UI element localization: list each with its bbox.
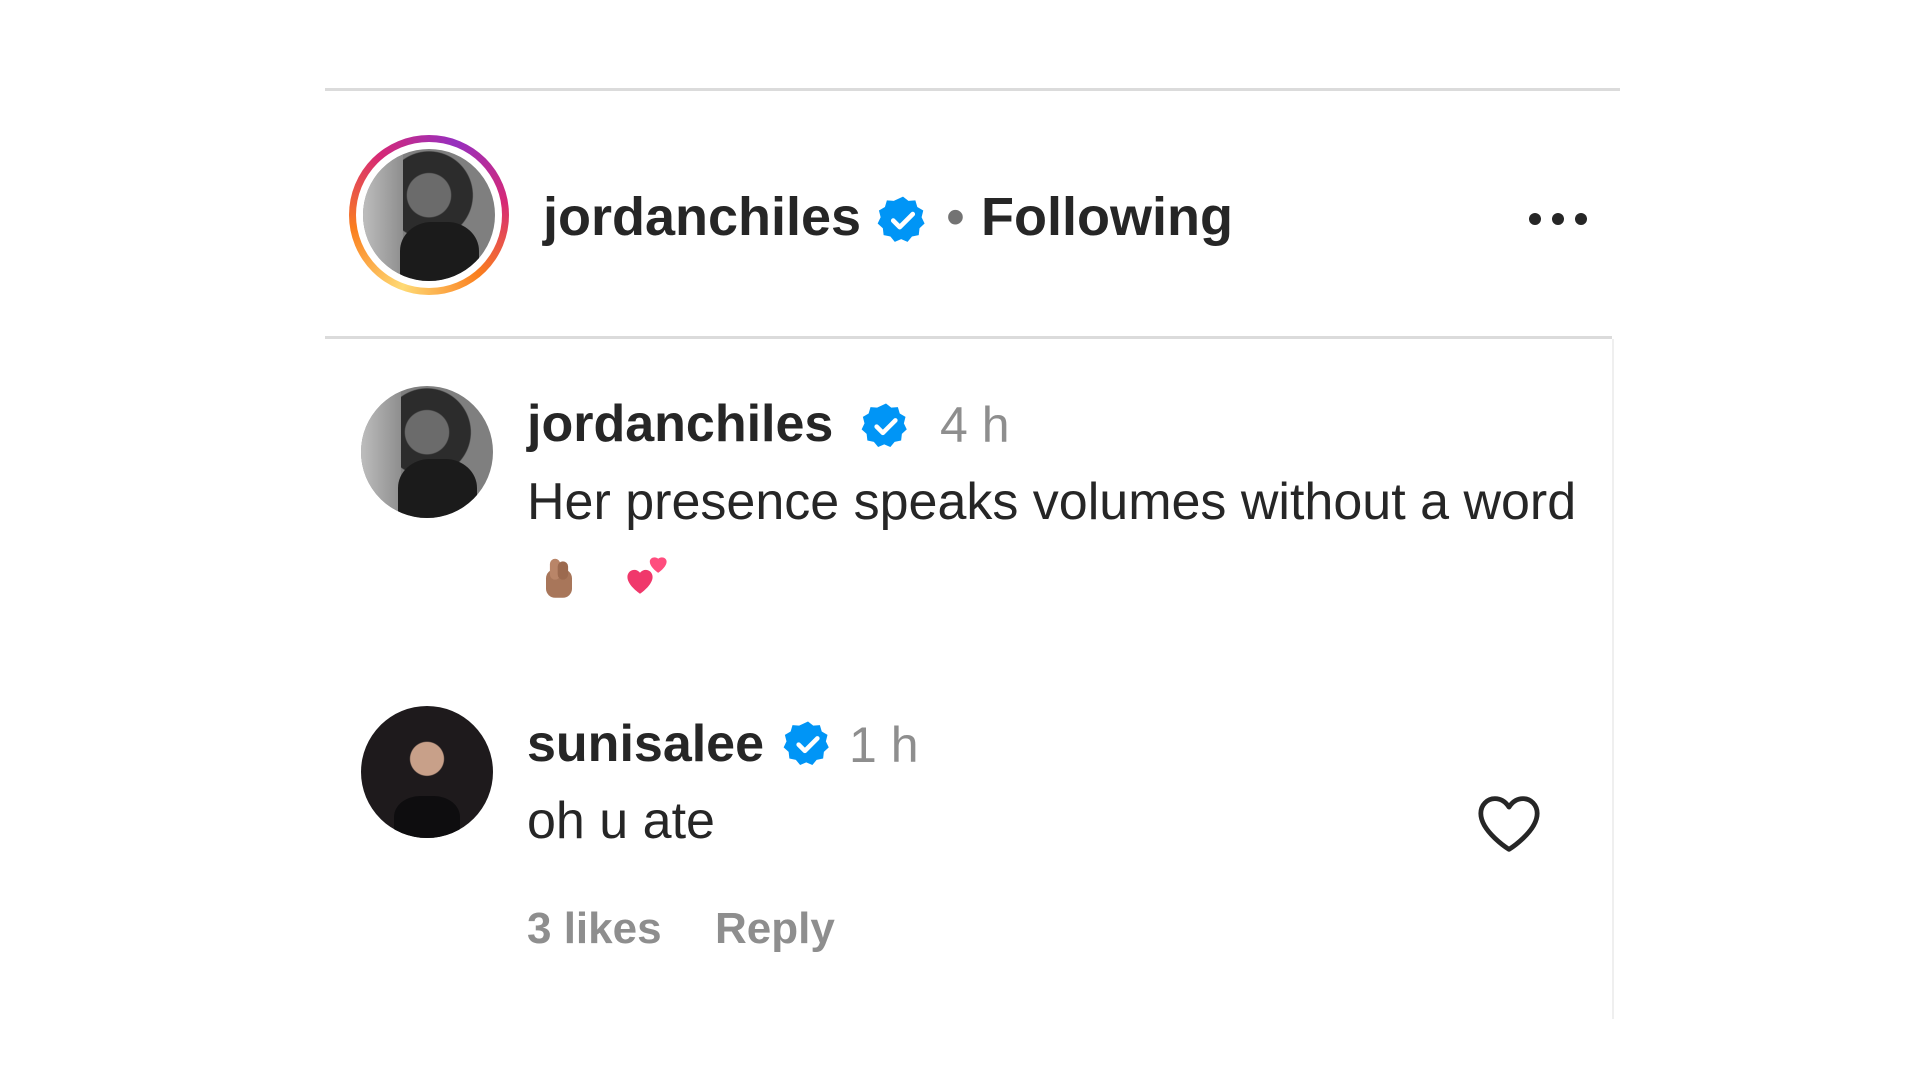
- comment-username[interactable]: sunisalee: [527, 714, 764, 774]
- more-options-icon[interactable]: [1523, 199, 1593, 239]
- separator-dot: •: [946, 187, 965, 247]
- comment-timestamp[interactable]: 4 h: [940, 395, 1010, 455]
- two-hearts-emoji-icon: [627, 557, 668, 595]
- comment-text: Her presence speaks volumes without a wo…: [527, 466, 1587, 610]
- avatar[interactable]: [361, 386, 493, 518]
- reply-button[interactable]: Reply: [715, 903, 835, 955]
- finger-heart-emoji-icon: [546, 559, 572, 599]
- divider: [325, 336, 1612, 339]
- avatar[interactable]: [363, 149, 495, 281]
- likes-count[interactable]: 3 likes: [527, 903, 662, 955]
- verified-badge-icon: [877, 196, 925, 242]
- comment-body: Her presence speaks volumes without a wo…: [527, 473, 1577, 531]
- instagram-comment-panel: jordanchiles • Following jordanchiles 4 …: [325, 88, 1620, 1019]
- comment-timestamp[interactable]: 1 h: [849, 715, 919, 775]
- divider: [1612, 339, 1614, 1019]
- verified-badge-icon: [783, 721, 829, 765]
- verified-badge-icon: [861, 403, 907, 447]
- comment-text: oh u ate: [527, 792, 715, 850]
- following-button[interactable]: Following: [981, 185, 1233, 249]
- post-author-username[interactable]: jordanchiles: [543, 185, 861, 249]
- story-ring[interactable]: [349, 135, 509, 295]
- comment-username[interactable]: jordanchiles: [527, 394, 833, 454]
- post-header: jordanchiles • Following: [325, 91, 1620, 336]
- heart-outline-icon[interactable]: [1475, 793, 1543, 855]
- avatar[interactable]: [361, 706, 493, 838]
